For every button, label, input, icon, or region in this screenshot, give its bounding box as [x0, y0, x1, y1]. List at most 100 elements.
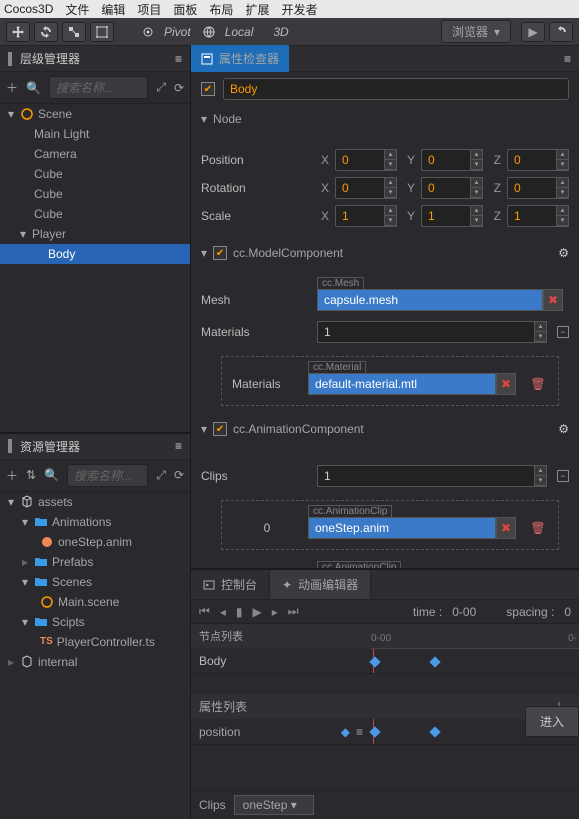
keyframe[interactable]	[369, 656, 380, 667]
position-x[interactable]: 0	[335, 149, 385, 171]
timeline-track[interactable]: 0-00 0-	[371, 648, 579, 673]
play-icon[interactable]: ▶	[252, 605, 261, 619]
inspector-tab[interactable]: 属性检查器	[191, 45, 289, 72]
asset-onestep[interactable]: oneStep.anim	[0, 532, 190, 552]
clear-icon[interactable]: ✖	[496, 373, 516, 395]
assets-internal[interactable]: ▸internal	[0, 652, 190, 672]
model-enabled-checkbox[interactable]: ✔	[213, 246, 227, 260]
list-icon[interactable]: ≡	[356, 725, 363, 739]
clear-icon[interactable]: ✖	[496, 517, 516, 539]
hierarchy-item[interactable]: Camera	[0, 144, 190, 164]
scale-x[interactable]: 1	[335, 205, 385, 227]
timeline-prop-position[interactable]: position ◆ ≡	[191, 725, 371, 739]
refresh-button[interactable]	[549, 22, 573, 42]
keyframe[interactable]	[429, 726, 440, 737]
scale-tool[interactable]	[62, 22, 86, 42]
clip-select[interactable]: oneStep ▾	[234, 795, 314, 815]
expand-icon[interactable]: ⤢	[156, 468, 166, 483]
last-frame-icon[interactable]: ⏭	[288, 604, 299, 619]
hierarchy-body[interactable]: Body	[0, 244, 190, 264]
rotate-tool[interactable]	[34, 22, 58, 42]
stop-icon[interactable]: ▮	[236, 605, 243, 619]
menu-panel[interactable]: 面板	[173, 1, 197, 18]
expand-icon[interactable]: ⤢	[156, 80, 166, 95]
folder-prefabs[interactable]: ▸Prefabs	[0, 552, 190, 572]
folder-scripts[interactable]: ▾Scipts	[0, 612, 190, 632]
menu-file[interactable]: 文件	[65, 1, 89, 18]
collapse-icon[interactable]: −	[557, 470, 569, 482]
clips-count[interactable]: 1	[317, 465, 535, 487]
hierarchy-item[interactable]: Cube	[0, 204, 190, 224]
refresh-icon[interactable]: ⟳	[174, 468, 184, 482]
search-icon[interactable]: 🔍	[26, 81, 41, 95]
assets-menu-icon[interactable]: ≡	[175, 439, 182, 453]
delete-icon[interactable]: 🗑	[528, 377, 548, 391]
menu-developer[interactable]: 开发者	[281, 1, 317, 18]
hierarchy-item[interactable]: Main Light	[0, 124, 190, 144]
hierarchy-item[interactable]: Cube	[0, 164, 190, 184]
keyframe-icon[interactable]: ◆	[341, 725, 350, 739]
keyframe[interactable]	[429, 656, 440, 667]
add-node-icon[interactable]: ＋	[6, 79, 18, 96]
add-asset-icon[interactable]: ＋	[6, 467, 18, 484]
collapse-icon[interactable]: −	[557, 326, 569, 338]
resize-handle-icon[interactable]	[8, 52, 12, 66]
mesh-field[interactable]: capsule.mesh	[317, 289, 543, 311]
first-frame-icon[interactable]: ⏮	[199, 604, 210, 619]
assets-root[interactable]: ▾assets	[0, 492, 190, 512]
spinner[interactable]: ▴▾	[385, 149, 397, 171]
materials-count[interactable]: 1	[317, 321, 535, 343]
rect-tool[interactable]	[90, 22, 114, 42]
menu-layout[interactable]: 布局	[209, 1, 233, 18]
move-tool[interactable]	[6, 22, 30, 42]
menu-project[interactable]: 项目	[137, 1, 161, 18]
position-y[interactable]: 0	[421, 149, 471, 171]
hierarchy-menu-icon[interactable]: ≡	[175, 52, 182, 66]
play-button[interactable]: ▶	[521, 22, 545, 42]
node-active-checkbox[interactable]: ✔	[201, 82, 215, 96]
assets-search[interactable]: 搜索名称...	[67, 464, 148, 487]
folder-animations[interactable]: ▾Animations	[0, 512, 190, 532]
folder-scenes[interactable]: ▾Scenes	[0, 572, 190, 592]
sort-icon[interactable]: ⇅	[26, 468, 36, 482]
resize-handle-icon[interactable]	[8, 439, 12, 453]
spinner[interactable]: ▴▾	[471, 149, 483, 171]
scale-z[interactable]: 1	[507, 205, 557, 227]
position-z[interactable]: 0	[507, 149, 557, 171]
prev-frame-icon[interactable]: ◂	[220, 605, 226, 619]
scale-y[interactable]: 1	[421, 205, 471, 227]
hierarchy-player[interactable]: ▾Player	[0, 224, 190, 244]
browser-button[interactable]: 浏览器 ▾	[441, 20, 511, 43]
mode-toggle[interactable]: 3D	[265, 25, 296, 39]
enter-button[interactable]: 进入	[525, 706, 579, 737]
clear-icon[interactable]: ✖	[543, 289, 563, 311]
refresh-icon[interactable]: ⟳	[174, 81, 184, 95]
next-frame-icon[interactable]: ▸	[272, 605, 278, 619]
menu-extension[interactable]: 扩展	[245, 1, 269, 18]
pivot-toggle[interactable]: Pivot	[142, 25, 199, 39]
spinner[interactable]: ▴▾	[557, 149, 569, 171]
model-component-header[interactable]: ▾ ✔ cc.ModelComponent ⚙	[191, 240, 579, 266]
delete-icon[interactable]: 🗑	[528, 521, 548, 535]
node-section-header[interactable]: ▾Node	[191, 106, 579, 132]
menu-edit[interactable]: 编辑	[101, 1, 125, 18]
keyframe[interactable]	[369, 726, 380, 737]
rotation-y[interactable]: 0	[421, 177, 471, 199]
rotation-x[interactable]: 0	[335, 177, 385, 199]
local-toggle[interactable]: Local	[203, 25, 262, 39]
hierarchy-search[interactable]: 搜索名称...	[49, 76, 148, 99]
asset-playercontroller[interactable]: TSPlayerController.ts	[0, 632, 190, 652]
tab-console[interactable]: 控制台	[191, 570, 270, 599]
animation-component-header[interactable]: ▾ ✔ cc.AnimationComponent ⚙	[191, 416, 579, 442]
hierarchy-item[interactable]: Cube	[0, 184, 190, 204]
timeline-node-body[interactable]: Body	[191, 654, 371, 668]
inspector-menu-icon[interactable]: ≡	[564, 52, 571, 66]
material-field[interactable]: default-material.mtl	[308, 373, 496, 395]
scene-root[interactable]: ▾Scene	[0, 104, 190, 124]
tab-animation-editor[interactable]: ✦ 动画编辑器	[270, 570, 371, 599]
node-name-input[interactable]: Body	[223, 78, 569, 100]
rotation-z[interactable]: 0	[507, 177, 557, 199]
search-icon[interactable]: 🔍	[44, 468, 59, 482]
gear-icon[interactable]: ⚙	[558, 422, 569, 436]
gear-icon[interactable]: ⚙	[558, 246, 569, 260]
